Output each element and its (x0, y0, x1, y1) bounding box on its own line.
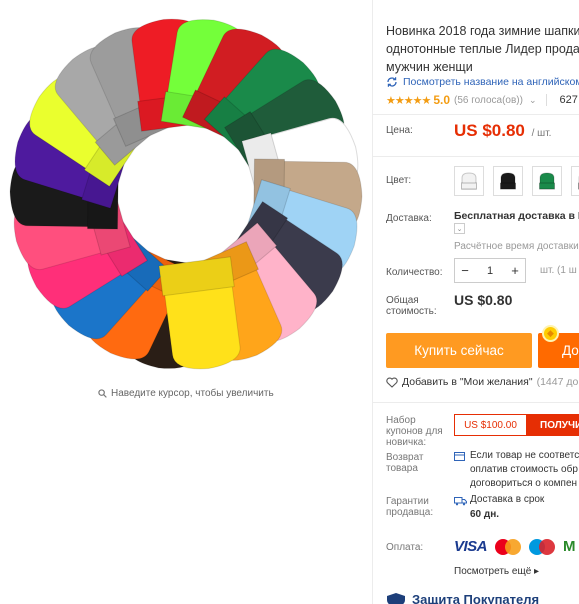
beanie-thumbnail-icon (500, 172, 516, 190)
zoom-hint: Наведите курсор, чтобы увеличить (98, 388, 274, 399)
color-label: Цвет: (386, 175, 412, 186)
chevron-down-icon[interactable]: ⌄ (529, 95, 537, 106)
price-value: US $0.80 (454, 121, 525, 140)
coupon-amount: US $100.00 (454, 414, 526, 436)
guarantee-days: 60 дн. (470, 509, 500, 520)
product-title: Новинка 2018 года зимние шапки однотонны… (386, 24, 579, 74)
returns-text: Если товар не соответст оплатив стоимост… (470, 450, 579, 489)
quantity-plus-button[interactable]: + (505, 259, 525, 282)
panel-divider (372, 0, 373, 604)
color-swatch-gray[interactable] (571, 166, 579, 196)
total-label: Общая стоимость: (386, 295, 437, 317)
buyer-protection-heading: Защита Покупателя (386, 592, 539, 604)
rating-stars: ★★★★★ (386, 94, 431, 107)
color-swatches (454, 166, 579, 196)
heart-icon (386, 377, 398, 388)
product-info-panel: Новинка 2018 года зимние шапки однотонны… (372, 0, 579, 604)
mastercard-logo (495, 538, 522, 555)
rating-separator (546, 94, 548, 106)
price-unit: / шт. (531, 128, 552, 139)
quantity-input[interactable]: 1 (475, 265, 505, 277)
translate-link-text: Посмотреть название на английском (403, 76, 579, 88)
buy-now-button[interactable]: Купить сейчас (386, 333, 532, 368)
payment-methods: VISA M (454, 538, 576, 555)
buyer-protection-title: Защита Покупателя (412, 592, 540, 604)
price: US $0.80 / шт. (454, 121, 551, 141)
rating-row[interactable]: ★★★★★ 5.0 (56 голоса(ов)) ⌄ 627 (386, 93, 578, 107)
quantity-stepper: − 1 + (454, 258, 526, 283)
total-price: US $0.80 (454, 292, 513, 308)
beanie-thumbnail-icon (578, 175, 579, 190)
delivery-time: Расчётное время доставки (454, 241, 579, 252)
color-swatch-green[interactable] (532, 166, 562, 196)
beanie-thumbnail-icon (539, 172, 555, 190)
beanie-thumbnail-icon (461, 172, 477, 190)
price-label: Цена: (386, 125, 413, 136)
get-coupon-button[interactable]: ПОЛУЧИ (526, 414, 579, 436)
zoom-hint-text: Наведите курсор, чтобы увеличить (111, 388, 274, 399)
divider (372, 156, 579, 157)
quantity-minus-button[interactable]: − (455, 259, 475, 282)
returns-label: Возврат товара (386, 452, 424, 474)
guarantee-text: Доставка в срок (470, 494, 545, 505)
delivery-truck-icon (454, 497, 467, 506)
coupon-label: Набор купонов для новичка: (386, 415, 443, 448)
coin-icon: ◆ (542, 325, 559, 342)
shield-icon (387, 592, 405, 604)
product-gallery: Наведите курсор, чтобы увеличить (0, 0, 372, 604)
quantity-label: Количество: (386, 267, 443, 278)
guarantee-label: Гарантии продавца: (386, 496, 434, 518)
divider (372, 114, 579, 115)
translate-icon (387, 77, 397, 87)
return-policy-icon (454, 452, 465, 461)
add-to-wishlist-link[interactable]: Добавить в "Мои желания" (1447 доб (386, 376, 579, 388)
visa-logo: VISA (454, 538, 488, 555)
maestro-logo (529, 538, 556, 555)
orders-count: 627 (559, 94, 578, 106)
payment-label: Оплата: (386, 542, 424, 553)
magnifier-icon (98, 389, 107, 398)
votes-count: (56 голоса(ов)) (454, 94, 523, 106)
wishlist-text: Добавить в "Мои желания" (402, 376, 533, 388)
color-swatch-white[interactable] (454, 166, 484, 196)
color-swatch-black[interactable] (493, 166, 523, 196)
shipping-label: Доставка: (386, 213, 432, 224)
translate-title-link[interactable]: Посмотреть название на английском (386, 76, 579, 88)
shipping-dropdown-icon[interactable]: ⌄ (454, 223, 465, 234)
more-payment-logo: M (563, 538, 576, 555)
wishlist-count: (1447 доб (536, 376, 579, 388)
rating-value: 5.0 (433, 93, 450, 107)
product-image[interactable] (0, 12, 372, 372)
see-more-payment-link[interactable]: Посмотреть ещё ▸ (454, 566, 539, 577)
divider (372, 402, 579, 403)
quantity-unit: шт. (1 ш (540, 265, 577, 276)
shipping-method: Бесплатная доставка в Ru (454, 210, 579, 222)
